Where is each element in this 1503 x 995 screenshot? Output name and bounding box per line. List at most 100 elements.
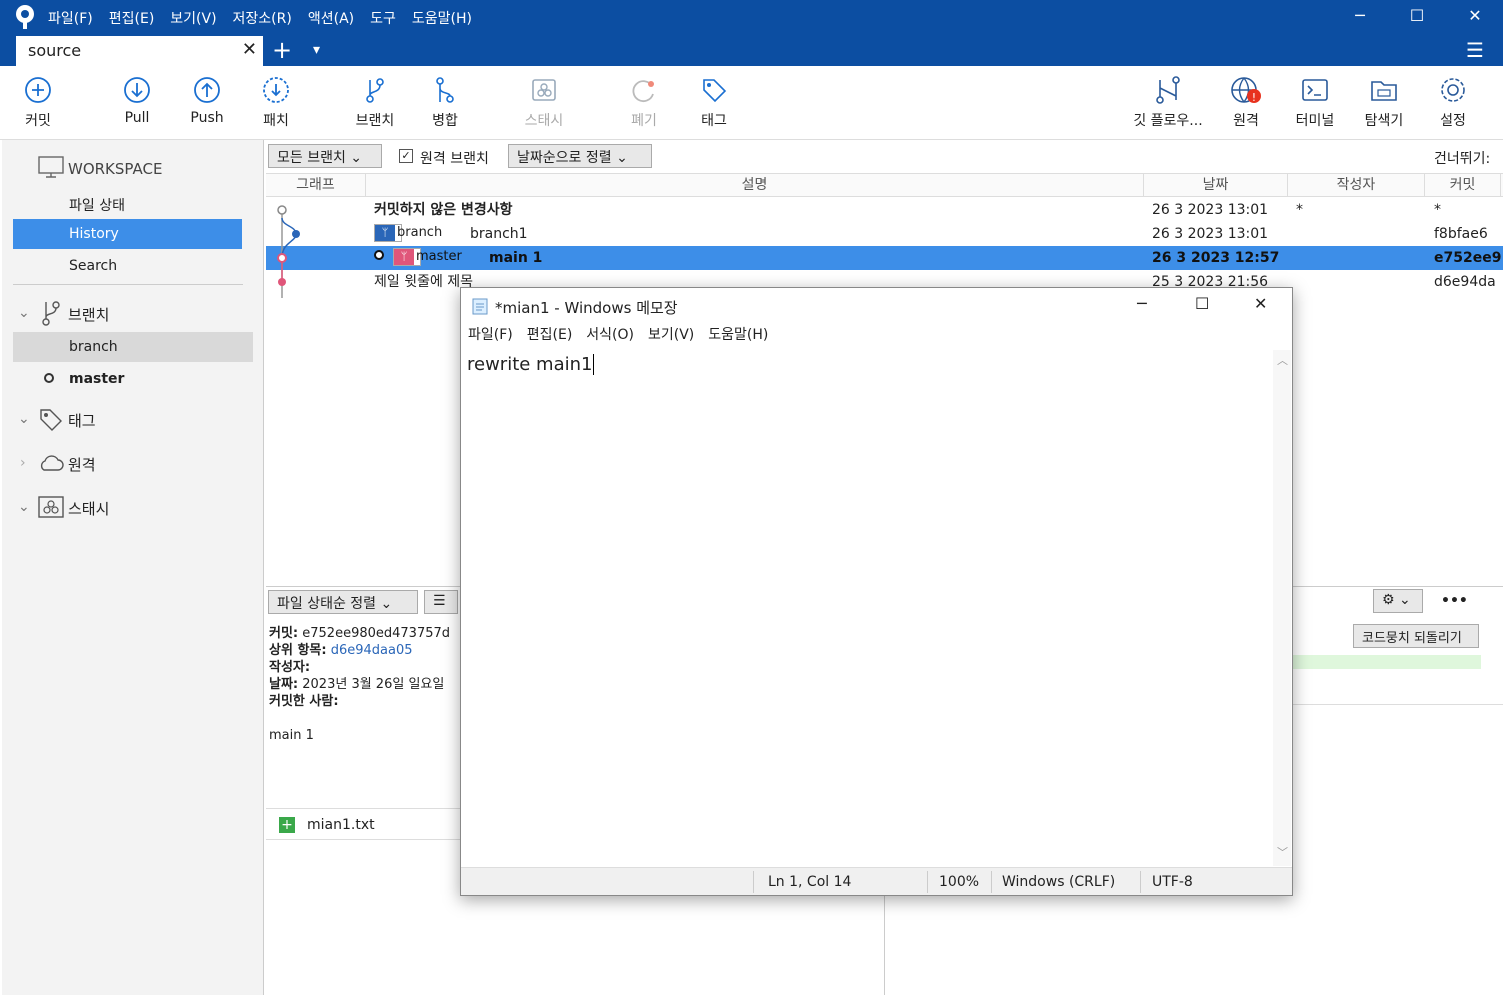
menu-file[interactable]: 파일(F) (40, 6, 101, 30)
commit-button[interactable]: 커밋 (3, 76, 73, 130)
commit-row-selected[interactable]: ᛘ master main 1 26 3 2023 12:57 e752ee9 (266, 246, 1503, 270)
notepad-icon (472, 298, 488, 315)
chevron-right-icon[interactable]: › (20, 455, 26, 471)
sidebar-item-branch[interactable]: branch (13, 332, 253, 362)
fetch-button[interactable]: 패치 (241, 76, 311, 130)
encoding: UTF-8 (1140, 871, 1193, 893)
stash-button[interactable]: 스태시 (509, 76, 579, 130)
settings-button[interactable]: 설정 (1418, 76, 1488, 130)
commit-hash: d6e94da (1434, 274, 1496, 290)
notepad-menu-edit[interactable]: 편집(E) (520, 327, 580, 343)
notepad-minimize-button[interactable]: ─ (1137, 294, 1147, 313)
notepad-menu-view[interactable]: 보기(V) (641, 327, 701, 343)
minimize-button[interactable]: ─ (1340, 4, 1380, 28)
commit-row[interactable]: 커밋하지 않은 변경사항 26 3 2023 13:01 * * (266, 198, 1503, 222)
discard-icon (632, 80, 654, 103)
sidebar-item-history[interactable]: History (13, 219, 242, 249)
maximize-button[interactable]: ☐ (1397, 4, 1437, 28)
tab-dropdown-icon[interactable]: ▾ (313, 42, 320, 58)
column-author[interactable]: 작성자 (1288, 173, 1425, 197)
branch-icon (366, 78, 384, 103)
notepad-menu-bar: 파일(F) 편집(E) 서식(O) 보기(V) 도움말(H) (461, 324, 1292, 350)
parent-link[interactable]: d6e94daa05 (331, 643, 413, 658)
notepad-menu-format[interactable]: 서식(O) (579, 327, 641, 343)
column-graph[interactable]: 그래프 (266, 173, 366, 197)
notepad-menu-file[interactable]: 파일(F) (461, 327, 520, 343)
commit-message: main 1 (269, 728, 314, 743)
column-date[interactable]: 날짜 (1144, 173, 1288, 197)
sidebar-tags-heading[interactable]: 태그 (68, 410, 96, 431)
cloud-icon (40, 455, 64, 471)
gitflow-button[interactable]: 깃 플로우... (1125, 76, 1211, 130)
terminal-label: 터미널 (1295, 113, 1335, 129)
pull-button[interactable]: Pull (102, 76, 172, 126)
commit-row[interactable]: ᛘ branch branch1 26 3 2023 13:01 f8bfae6 (266, 222, 1503, 246)
revert-hunk-button[interactable]: 코드뭉치 되돌리기 (1353, 624, 1479, 648)
sidebar-stashes-heading[interactable]: 스태시 (68, 498, 109, 519)
sort-date-dropdown[interactable]: 날짜순으로 정렬 ⌄ (508, 144, 652, 168)
chevron-down-icon[interactable]: ⌄ (18, 305, 30, 321)
skip-label: 건너뛰기: (1434, 151, 1491, 167)
commit-hash: f8bfae6 (1434, 226, 1488, 242)
menu-tools[interactable]: 도구 (362, 6, 404, 30)
column-commit[interactable]: 커밋 (1425, 173, 1501, 197)
push-button[interactable]: Push (172, 76, 242, 126)
scroll-up-icon[interactable]: ︿ (1277, 352, 1288, 368)
notepad-scrollbar[interactable]: ︿ ﹀ (1273, 350, 1291, 866)
branch-icon: ᛘ (394, 249, 414, 265)
branch-badge-label: branch (397, 225, 443, 240)
file-added-icon: + (279, 817, 295, 833)
discard-label: 폐기 (631, 113, 657, 129)
menu-actions[interactable]: 액션(A) (300, 6, 362, 30)
sidebar-remotes-heading[interactable]: 원격 (68, 454, 96, 475)
commit-label: 커밋 (25, 113, 51, 129)
menu-edit[interactable]: 편집(E) (101, 6, 163, 30)
tag-button[interactable]: 태그 (679, 76, 749, 130)
file-sort-dropdown[interactable]: 파일 상태순 정렬 ⌄ (268, 590, 418, 614)
all-branches-dropdown[interactable]: 모든 브랜치 ⌄ (268, 144, 382, 168)
notepad-text-area[interactable]: rewrite main1 (467, 354, 595, 375)
date-value: 2023년 3월 26일 일요일 (302, 677, 445, 692)
commit-author: * (1296, 202, 1303, 218)
tab-source[interactable]: source ✕ (16, 36, 263, 66)
list-view-icon[interactable]: ☰ (424, 590, 458, 614)
cursor-position: Ln 1, Col 14 (753, 871, 851, 893)
branch-button[interactable]: 브랜치 (340, 76, 410, 130)
discard-button[interactable]: 폐기 (609, 76, 679, 130)
commit-icon (25, 77, 51, 103)
notepad-status-bar: Ln 1, Col 14 100% Windows (CRLF) UTF-8 (461, 867, 1292, 895)
gitflow-label: 깃 플로우... (1133, 113, 1203, 129)
terminal-button[interactable]: 터미널 (1280, 76, 1350, 130)
sidebar-item-search[interactable]: Search (69, 258, 117, 274)
commit-hash-value: e752ee980ed473757d (302, 626, 451, 641)
explorer-button[interactable]: 탐색기 (1349, 76, 1419, 130)
remote-branches-checkbox[interactable]: ✓ (399, 149, 413, 163)
notepad-title: *mian1 - Windows 메모장 (495, 299, 678, 317)
column-description[interactable]: 설명 (366, 173, 1144, 197)
notepad-maximize-button[interactable]: ☐ (1195, 294, 1209, 313)
sidebar-branches-heading[interactable]: 브랜치 (68, 304, 109, 325)
tab-close-icon[interactable]: ✕ (242, 39, 257, 60)
sidebar-item-master[interactable]: master (69, 371, 124, 387)
sidebar-item-file-status[interactable]: 파일 상태 (69, 195, 125, 215)
add-tab-button[interactable]: + (272, 36, 292, 64)
tag-icon (703, 79, 727, 103)
scroll-down-icon[interactable]: ﹀ (1277, 844, 1288, 860)
notepad-close-button[interactable]: ✕ (1254, 294, 1267, 313)
menu-view[interactable]: 보기(V) (162, 6, 224, 30)
more-options-icon[interactable]: ••• (1441, 593, 1468, 609)
hamburger-menu-icon[interactable]: ☰ (1466, 38, 1484, 62)
remote-button[interactable]: ! 원격 (1211, 76, 1281, 130)
diff-settings-button[interactable]: ⚙ ⌄ (1373, 589, 1423, 613)
close-button[interactable]: ✕ (1455, 4, 1495, 28)
sidebar-history-label: History (69, 226, 119, 242)
menu-help[interactable]: 도움말(H) (404, 6, 480, 30)
chevron-down-icon[interactable]: ⌄ (18, 411, 30, 427)
menu-repository[interactable]: 저장소(R) (225, 6, 300, 30)
merge-button[interactable]: 병합 (410, 76, 480, 130)
merge-icon (436, 77, 454, 103)
notepad-menu-help[interactable]: 도움말(H) (701, 327, 775, 343)
tag-icon (40, 409, 62, 431)
notepad-title-bar: *mian1 - Windows 메모장 ─ ☐ ✕ (461, 288, 1292, 324)
chevron-down-icon[interactable]: ⌄ (18, 499, 30, 515)
